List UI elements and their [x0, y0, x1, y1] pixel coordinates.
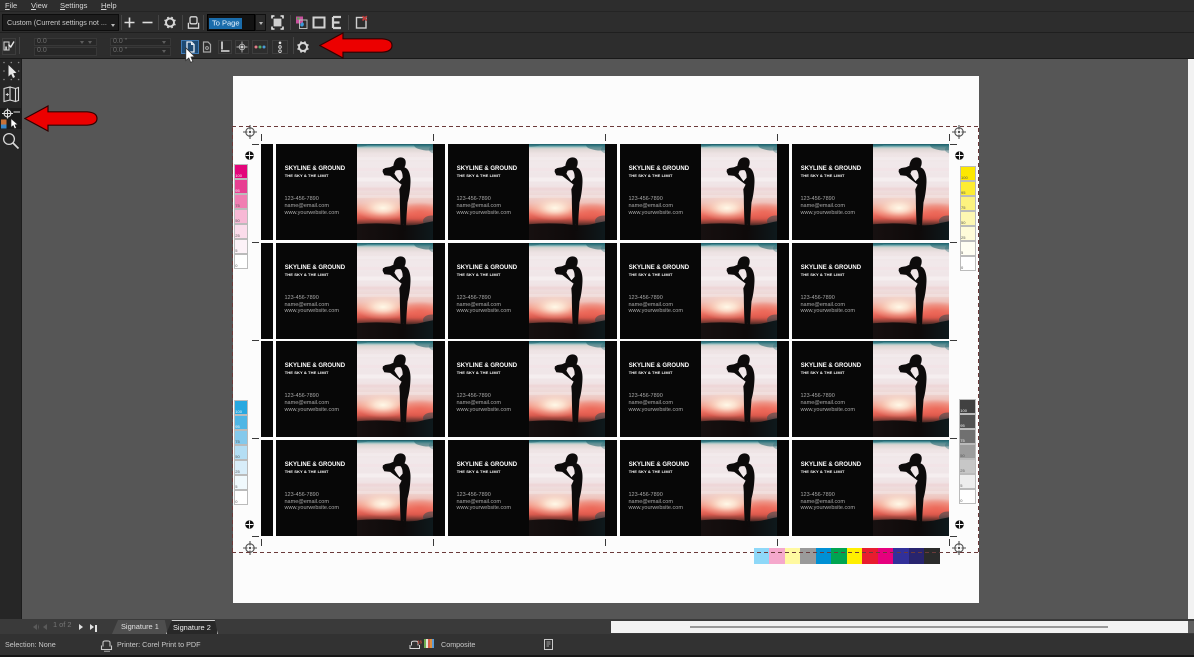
svg-text:16: 16	[417, 640, 422, 645]
